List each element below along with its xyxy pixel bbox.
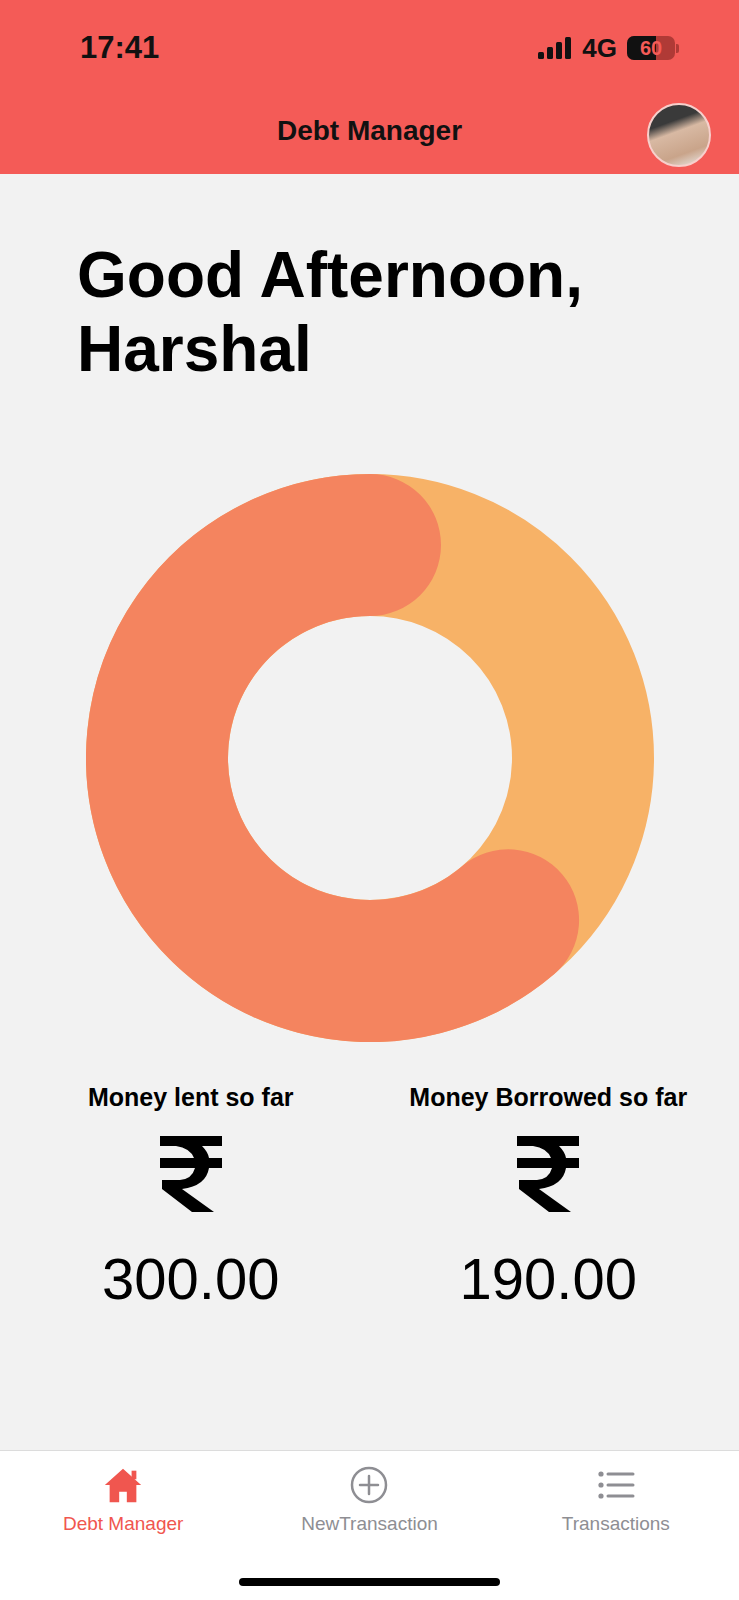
tab-item[interactable]: NewTransaction (246, 1465, 492, 1535)
tab-item[interactable]: Debt Manager (0, 1465, 246, 1535)
summary-label: Money lent so far (88, 1082, 294, 1112)
summary: Money lent so far 300.00Money Borrowed s… (0, 1042, 739, 1312)
network-label: 4G (582, 33, 617, 64)
donut-chart (0, 386, 739, 1042)
summary-amount: 300.00 (102, 1246, 279, 1312)
summary-item: Money Borrowed so far 190.00 (370, 1082, 728, 1312)
donut-segment (157, 545, 583, 971)
tab-label: NewTransaction (301, 1513, 438, 1535)
home-indicator (239, 1578, 500, 1586)
greeting-name: Harshal (77, 312, 719, 386)
donut-svg (86, 474, 654, 1042)
app-screen: 17:41 4G 60 Debt Manager Good Afternoon,… (0, 0, 739, 1600)
plus-circle-icon (348, 1465, 390, 1505)
status-bar: 17:41 4G 60 (0, 0, 739, 96)
battery-icon: 60 (627, 36, 679, 60)
donut-segment (156, 545, 507, 971)
tab-bar: Debt Manager NewTransaction Transactions (0, 1450, 739, 1600)
status-time: 17:41 (80, 30, 159, 66)
rupee-icon (515, 1134, 581, 1214)
rupee-icon (158, 1134, 224, 1214)
tab-label: Transactions (562, 1513, 670, 1535)
app-title: Debt Manager (277, 115, 462, 155)
title-bar: Debt Manager (0, 96, 739, 174)
summary-label: Money Borrowed so far (409, 1082, 687, 1112)
summary-item: Money lent so far 300.00 (12, 1082, 370, 1312)
tab-label: Debt Manager (63, 1513, 183, 1535)
header: 17:41 4G 60 Debt Manager (0, 0, 739, 174)
list-icon (595, 1465, 637, 1505)
greeting-line: Good Afternoon, (77, 238, 719, 312)
home-icon (102, 1465, 144, 1505)
status-icons: 4G 60 (538, 33, 679, 64)
profile-avatar[interactable] (647, 103, 711, 167)
home-content: Good Afternoon, Harshal Money lent so fa… (0, 174, 739, 1450)
tab-item[interactable]: Transactions (493, 1465, 739, 1535)
summary-amount: 190.00 (460, 1246, 637, 1312)
battery-label: 60 (640, 37, 662, 60)
greeting: Good Afternoon, Harshal (0, 174, 739, 386)
signal-icon (538, 37, 572, 59)
